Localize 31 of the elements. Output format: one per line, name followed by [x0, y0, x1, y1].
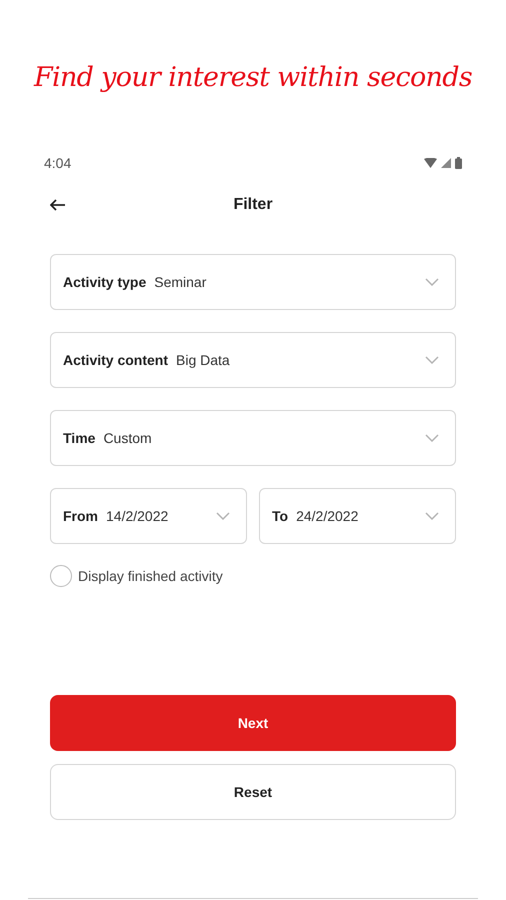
chevron-down-icon	[425, 356, 439, 364]
dropdown-field[interactable]: Time Custom	[50, 410, 456, 466]
battery-icon	[455, 157, 462, 169]
headline: Find your interest within seconds	[34, 61, 472, 95]
field-label: Activity content	[63, 350, 168, 370]
field-label: Time	[63, 428, 96, 448]
field-value: 14/2/2022	[106, 506, 170, 526]
checkbox[interactable]	[50, 565, 72, 587]
next-button[interactable]: Next	[50, 695, 456, 751]
field-value: 24/2/2022	[296, 506, 360, 526]
chevron-down-icon	[425, 512, 439, 520]
dropdown-field[interactable]: To 24/2/2022	[259, 488, 456, 544]
field-label: Activity type	[63, 272, 146, 292]
chevron-down-icon	[425, 278, 439, 286]
field-value: Big Data	[176, 350, 231, 370]
wifi-icon	[424, 158, 437, 168]
field-value: Seminar	[154, 272, 208, 292]
checkbox-label: Display finished activity	[78, 566, 223, 586]
chevron-down-icon	[216, 512, 230, 520]
chevron-down-icon	[425, 434, 439, 442]
dropdown-field[interactable]: Activity content Big Data	[50, 332, 456, 388]
field-label: From	[63, 506, 98, 526]
field-label: To	[272, 506, 288, 526]
status-time: 4:04	[44, 154, 72, 172]
dropdown-field[interactable]: Activity type Seminar	[50, 254, 456, 310]
signal-icon	[441, 158, 451, 168]
reset-button[interactable]: Reset	[50, 764, 456, 820]
screen-title: Filter	[233, 195, 273, 215]
field-value: Custom	[103, 428, 153, 448]
dropdown-field[interactable]: From 14/2/2022	[50, 488, 247, 544]
back-arrow-icon[interactable]	[50, 199, 66, 211]
